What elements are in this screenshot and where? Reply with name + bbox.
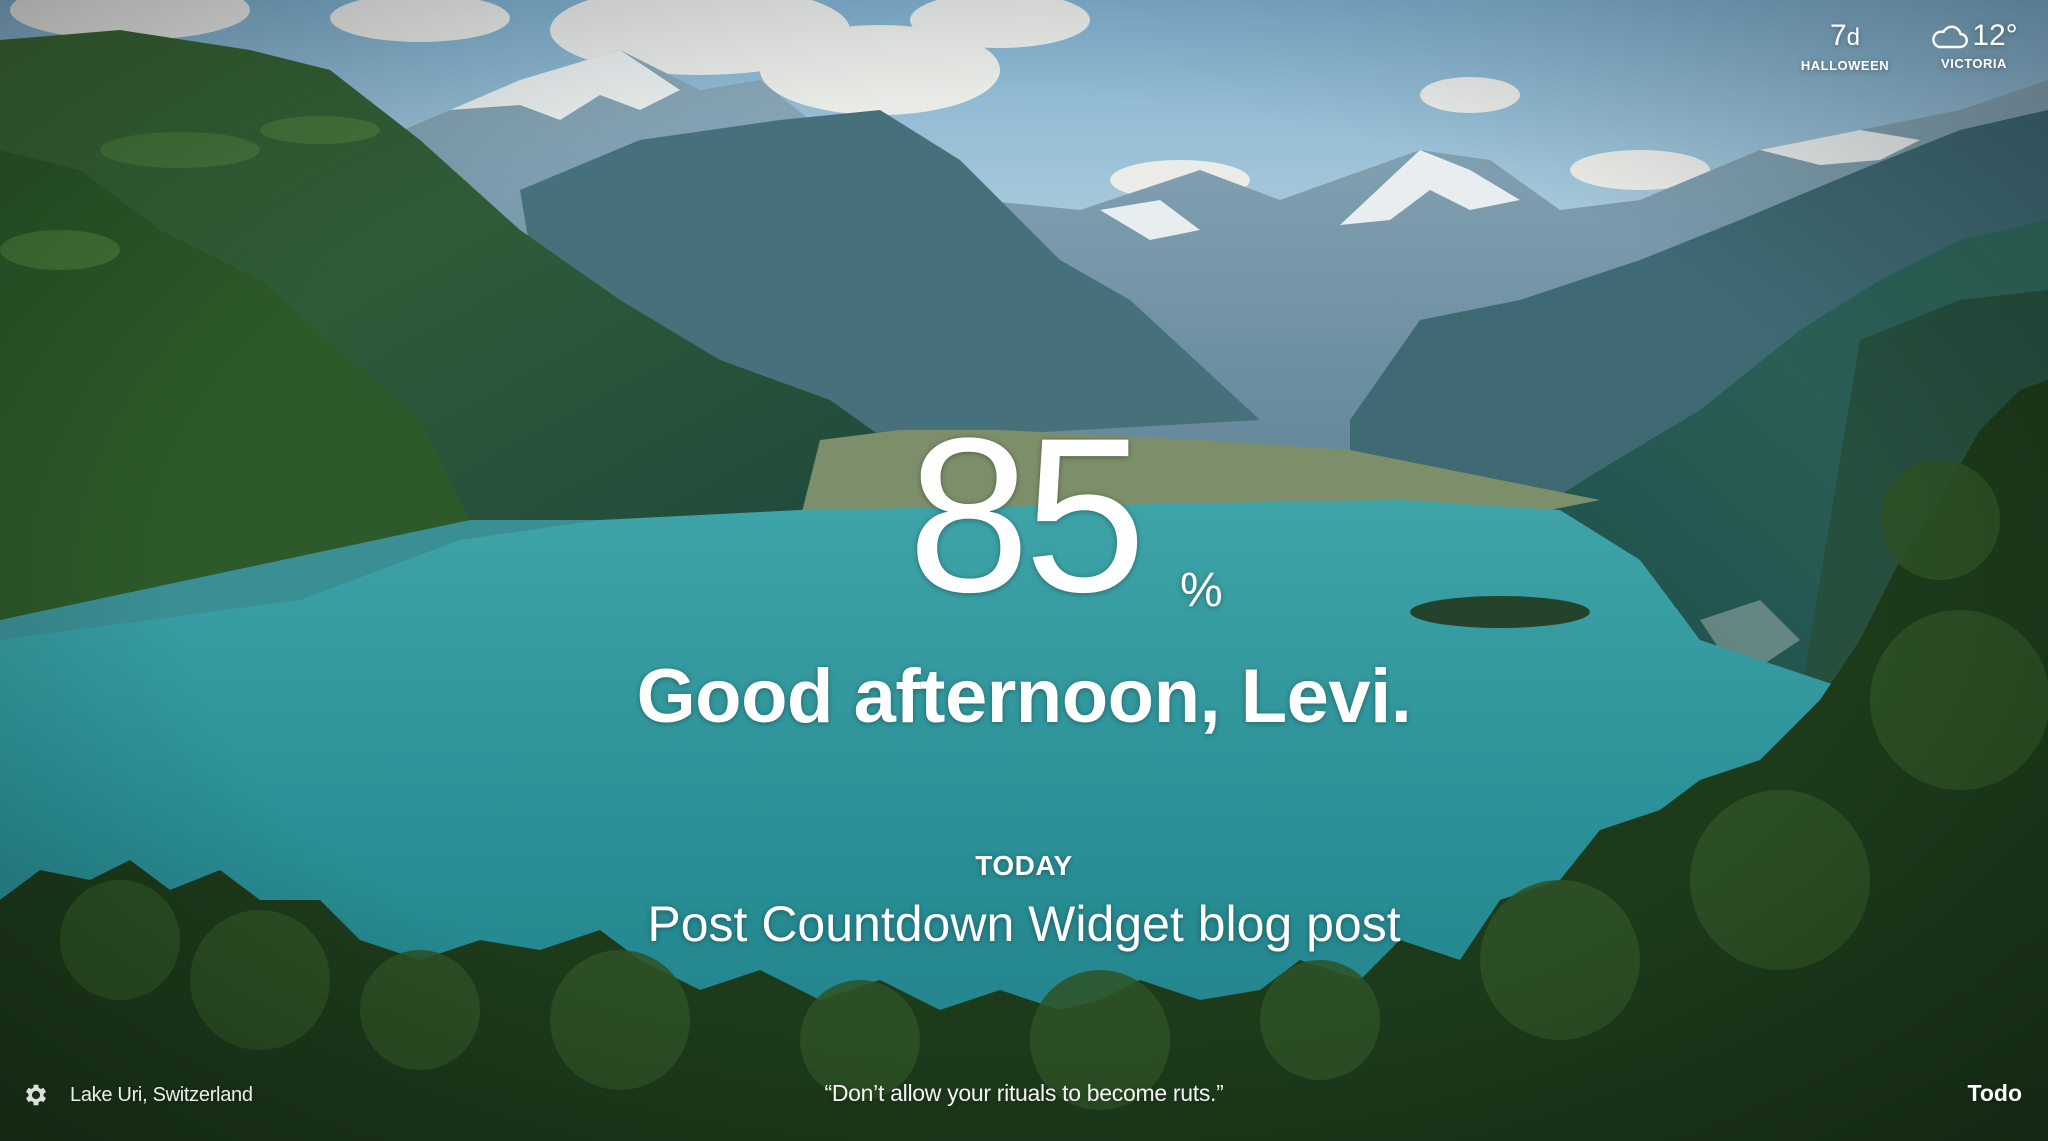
countdown-unit: d: [1846, 24, 1861, 51]
big-number: 85: [907, 392, 1147, 638]
percent-sign: %: [1180, 564, 1223, 617]
weather-temperature: 12°: [1972, 19, 2018, 52]
countdown-widget[interactable]: 7d HALLOWEEN: [1790, 16, 1900, 74]
focus-heading: TODAY: [975, 850, 1073, 881]
todo-button[interactable]: Todo: [1968, 1078, 2023, 1108]
weather-widget[interactable]: 12° VICTORIA: [1920, 16, 2028, 72]
dashboard-page: 7d HALLOWEEN 12° VICTORIA 85 % Good afte…: [0, 0, 2048, 1141]
weather-location-label: VICTORIA: [1941, 56, 2007, 71]
countdown-value: 7d: [1829, 19, 1861, 52]
cloud-icon: [1932, 25, 1969, 49]
focus-text[interactable]: Post Countdown Widget blog post: [0, 892, 2048, 956]
greeting: Good afternoon, Levi.: [636, 654, 1412, 739]
focus-percentage: 85: [0, 405, 2048, 625]
daily-quote[interactable]: “Don’t allow your rituals to become ruts…: [0, 1078, 2048, 1108]
countdown-label: HALLOWEEN: [1800, 58, 1890, 73]
